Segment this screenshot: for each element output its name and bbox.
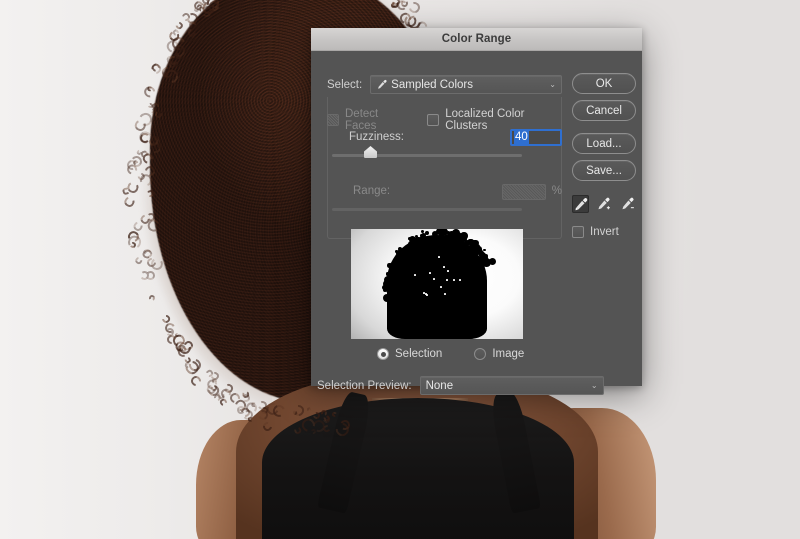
range-row: Range: % (327, 184, 562, 200)
color-range-dialog: Color Range Select: Sampled Colors ⌄ Det… (311, 28, 642, 395)
dialog-titlebar[interactable]: Color Range (311, 28, 642, 51)
selection-preview-label: Selection Preview: (317, 379, 412, 392)
detect-faces-label: Detect Faces (345, 108, 379, 132)
cancel-button[interactable]: Cancel (572, 100, 636, 121)
chevron-down-icon: ⌄ (590, 381, 598, 390)
dialog-button-column: OK Cancel Load... Save... Invert (572, 73, 636, 238)
radio-image-control[interactable] (474, 348, 487, 360)
dialog-title: Color Range (441, 33, 512, 45)
selection-preview-value: None (425, 379, 454, 392)
load-button[interactable]: Load... (572, 133, 636, 154)
range-slider-track (332, 208, 522, 211)
invert-row[interactable]: Invert (572, 226, 636, 238)
invert-checkbox[interactable] (572, 226, 584, 238)
eyedropper-subtract-icon[interactable] (619, 195, 636, 213)
eyedropper-icon[interactable] (572, 195, 590, 213)
save-button[interactable]: Save... (572, 160, 636, 181)
select-row: Select: Sampled Colors ⌄ (327, 75, 562, 94)
localized-color-clusters-checkbox[interactable] (427, 114, 440, 126)
detect-faces-checkbox (327, 114, 339, 126)
radio-selection-control[interactable] (377, 348, 389, 360)
preview-mode-radios: Selection Image (377, 348, 524, 360)
select-value: Sampled Colors (391, 78, 473, 91)
selection-preview-thumbnail[interactable] (351, 229, 523, 339)
range-input (502, 184, 546, 200)
ok-button[interactable]: OK (572, 73, 636, 94)
range-unit-label: % (551, 185, 562, 197)
select-label: Select: (327, 78, 363, 91)
fuzziness-label: Fuzziness: (349, 131, 404, 143)
radio-image-label: Image (492, 348, 525, 360)
fuzziness-slider-track[interactable] (332, 146, 522, 158)
select-dropdown[interactable]: Sampled Colors ⌄ (370, 75, 562, 94)
radio-selection[interactable]: Selection (377, 348, 442, 360)
range-label: Range: (353, 185, 391, 197)
fuzziness-row: Fuzziness: 40 (327, 129, 562, 146)
eyedropper-tool-group (572, 195, 636, 213)
fuzziness-input[interactable]: 40 (510, 129, 562, 146)
selection-preview-row: Selection Preview: None ⌄ (317, 376, 636, 395)
invert-label: Invert (590, 226, 619, 238)
radio-selection-label: Selection (395, 348, 443, 360)
chevron-down-icon: ⌄ (549, 80, 556, 89)
eyedropper-icon (378, 79, 387, 89)
fuzziness-value: 40 (514, 131, 529, 144)
eyedropper-add-icon[interactable] (595, 195, 612, 213)
dialog-body: Select: Sampled Colors ⌄ Detect Faces Lo… (311, 51, 642, 395)
selection-preview-dropdown[interactable]: None ⌄ (419, 376, 604, 395)
radio-image[interactable]: Image (474, 348, 524, 360)
